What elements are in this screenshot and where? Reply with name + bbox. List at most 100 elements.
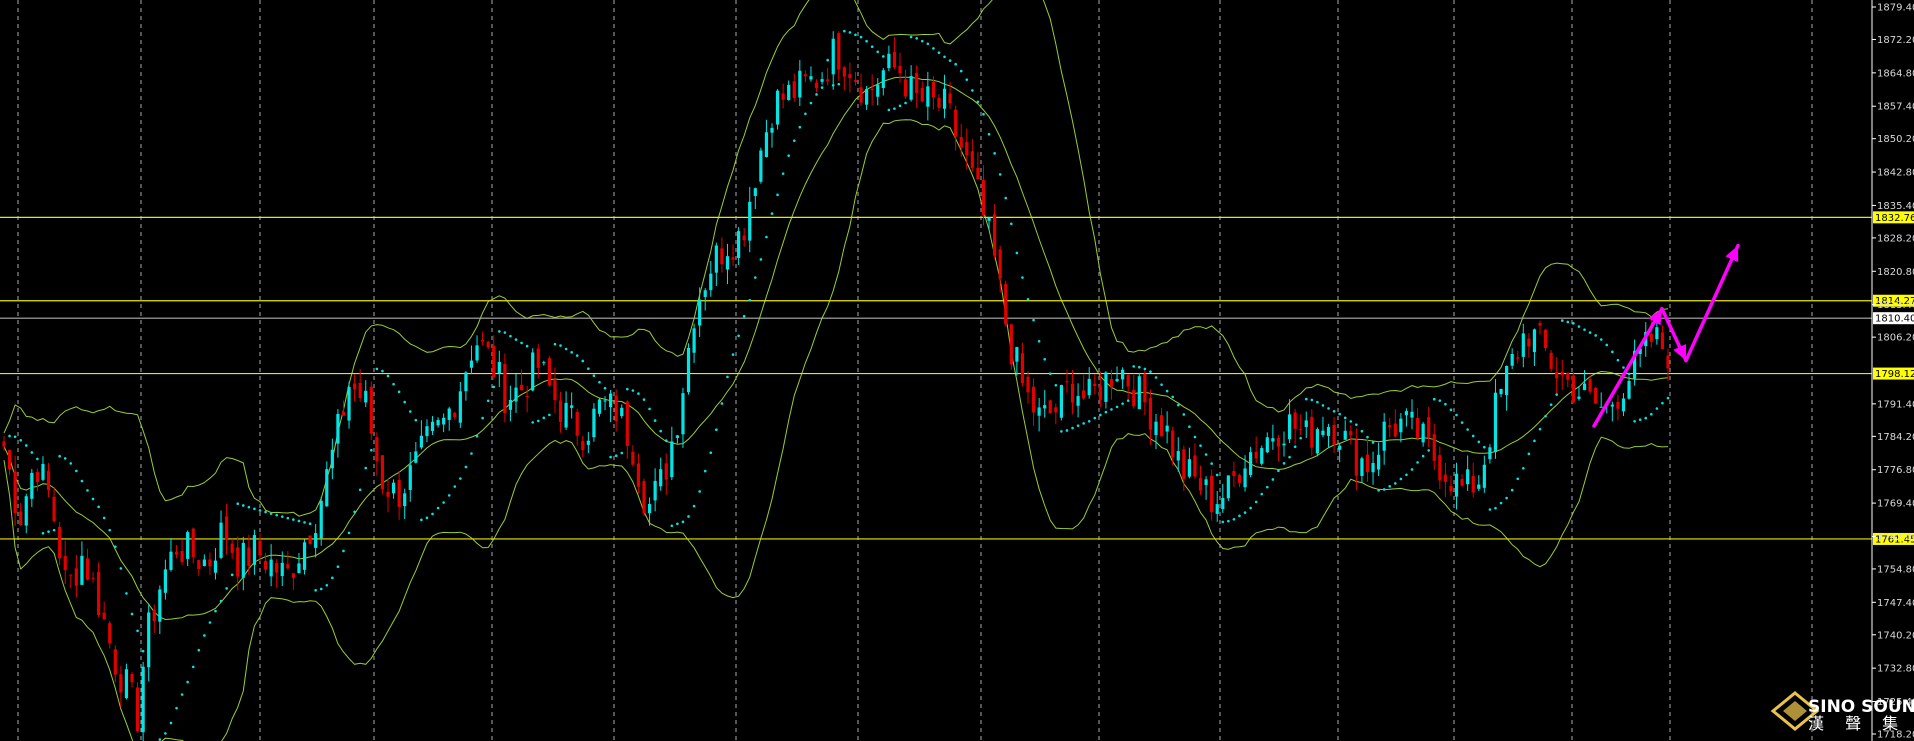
sar-dot [959, 69, 963, 73]
candle-body [325, 469, 329, 507]
candle-body [837, 33, 841, 70]
candle-body [108, 622, 112, 644]
candle-body [63, 555, 67, 571]
candle-body [636, 463, 641, 487]
sar-dot [1460, 421, 1464, 424]
sar-dot [386, 374, 390, 378]
sar-dot [1060, 430, 1063, 433]
sar-dot [1527, 452, 1531, 456]
sar-dot [865, 39, 868, 43]
y-tick-label: 1828.20 [1877, 233, 1914, 244]
candle-body [236, 547, 240, 577]
sar-dot [770, 212, 774, 215]
candle-body [547, 358, 551, 385]
sar-dot [525, 344, 529, 348]
sar-dot [926, 42, 930, 46]
candle-body [275, 562, 279, 573]
sar-dot [1627, 372, 1631, 376]
candle-body [397, 479, 401, 507]
candle-body [998, 249, 1002, 279]
candle-body [1332, 424, 1336, 445]
sar-dot [1666, 396, 1670, 400]
sar-dot [492, 385, 496, 389]
sar-dot [1483, 445, 1486, 449]
sar-dot [1266, 485, 1269, 489]
sar-dot [887, 108, 891, 112]
sar-dot [837, 82, 841, 86]
candle-body [865, 89, 869, 105]
sar-dot [1622, 366, 1625, 369]
candle-body [1087, 378, 1091, 396]
candle-body [1399, 418, 1403, 433]
sar-dot [1655, 407, 1659, 410]
candle-body [742, 235, 746, 241]
sar-dot [754, 276, 757, 279]
candle-body [1009, 324, 1013, 365]
candle-body [124, 669, 129, 699]
sar-dot [1160, 383, 1163, 386]
sar-dot [102, 516, 106, 520]
candle-body [508, 399, 513, 410]
sar-dot [982, 112, 985, 116]
candle-body [58, 526, 62, 559]
price-chart: 1832.761814.271810.401798.121761.45 1879… [0, 0, 1914, 741]
sar-dot [993, 152, 996, 155]
sar-dot [1599, 338, 1603, 341]
sar-dot [397, 390, 401, 394]
candle-body [987, 217, 991, 221]
sar-dot [1126, 399, 1130, 402]
candle-body [1109, 379, 1114, 387]
candle-body [575, 412, 579, 436]
sar-dot [1438, 399, 1442, 402]
level-label: 1810.40 [1875, 314, 1914, 325]
candle-body [341, 411, 346, 416]
candle-body [213, 560, 218, 573]
y-tick-label: 1842.80 [1877, 168, 1914, 179]
candle-body [1543, 329, 1548, 349]
candle-body [1421, 423, 1425, 443]
sar-dot [1321, 404, 1325, 407]
sar-dot [63, 457, 67, 460]
sar-dot [781, 172, 785, 175]
sar-dot [1644, 416, 1648, 420]
sar-dot [1499, 501, 1503, 505]
candle-body [525, 395, 529, 397]
candle-body [553, 380, 557, 401]
y-tick-label: 1872.20 [1877, 35, 1914, 46]
sar-dot [91, 497, 95, 501]
y-tick-label: 1784.20 [1877, 432, 1914, 443]
candle-body [1249, 452, 1253, 475]
sar-dot [230, 573, 234, 577]
sar-dot [898, 104, 902, 108]
candle-body [1594, 387, 1598, 404]
candle-body [197, 560, 201, 570]
sar-dot [731, 353, 735, 356]
sar-dot [553, 342, 557, 346]
candle-body [1432, 434, 1436, 461]
sar-dot [1577, 325, 1581, 328]
candle-body [1143, 373, 1147, 403]
sar-dot [876, 50, 880, 54]
sar-dot [75, 469, 78, 473]
sar-dot [787, 154, 790, 157]
sar-dot [798, 125, 802, 129]
candle-body [1655, 327, 1659, 340]
candle-body [208, 559, 212, 567]
sar-dot [1199, 444, 1202, 447]
candle-body [876, 84, 880, 97]
sar-dot [1082, 422, 1085, 425]
candle-body [581, 440, 585, 451]
sar-dot [1549, 403, 1553, 406]
candle-body [1093, 383, 1097, 386]
candle-body [1315, 429, 1319, 454]
sar-dot [703, 469, 707, 473]
candle-body [1182, 449, 1186, 479]
sar-dot [1277, 469, 1280, 472]
sar-dot [542, 416, 546, 420]
sar-dot [1210, 462, 1213, 465]
sar-dot [1544, 414, 1547, 418]
candle-body [252, 535, 257, 565]
sar-dot [464, 465, 468, 469]
sar-dot [1043, 358, 1046, 361]
sar-dot [971, 89, 974, 92]
